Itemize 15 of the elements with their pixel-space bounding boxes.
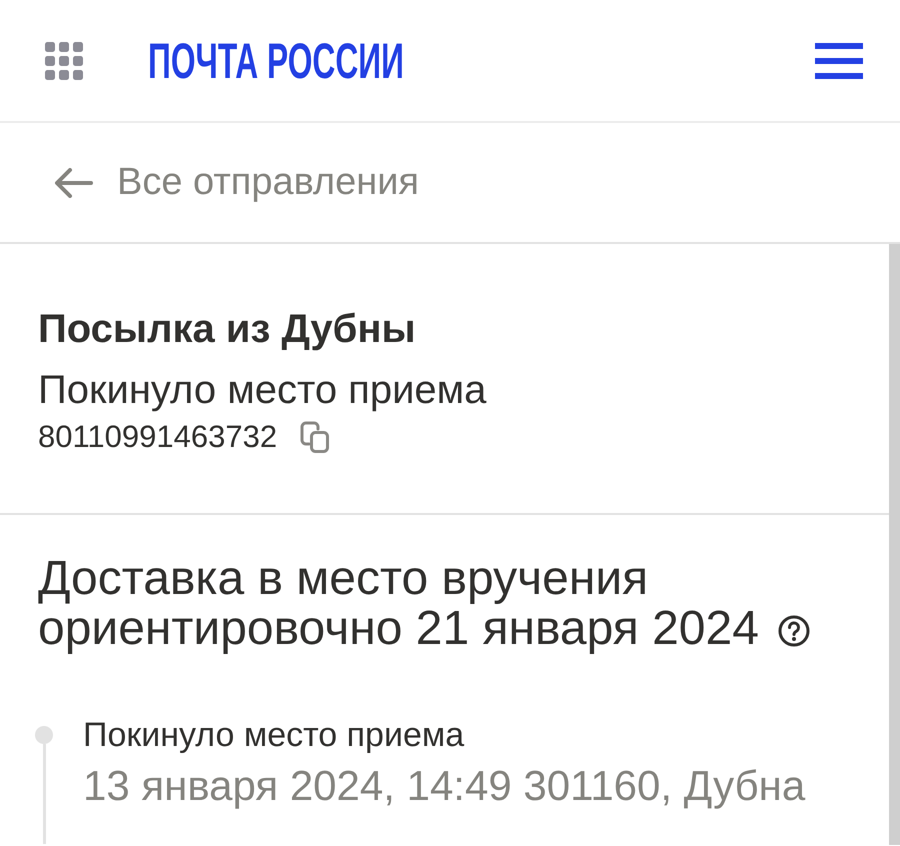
copy-icon[interactable] (300, 420, 330, 453)
tracking-number: 80110991463732 (38, 418, 278, 456)
event-details: 13 января 2024, 14:49 301160, Дубна (83, 760, 806, 811)
scrollbar[interactable] (889, 244, 900, 845)
delivery-estimate: Доставка в место вручения ориентировочно 21 января 2024 (38, 552, 759, 656)
apps-grid-icon[interactable] (45, 42, 83, 80)
back-link[interactable]: Все отправления (55, 154, 419, 211)
parcel-status: Покинуло место приема (38, 367, 488, 414)
back-arrow-icon (55, 168, 93, 198)
logo-text[interactable]: ПОЧТА РОССИИ (148, 36, 404, 86)
parcel-title: Посылка из Дубны (38, 306, 417, 353)
menu-icon[interactable] (815, 42, 863, 78)
timeline-dot-icon (35, 726, 53, 744)
event-title: Покинуло место приема (83, 715, 466, 756)
help-icon[interactable] (778, 615, 810, 648)
